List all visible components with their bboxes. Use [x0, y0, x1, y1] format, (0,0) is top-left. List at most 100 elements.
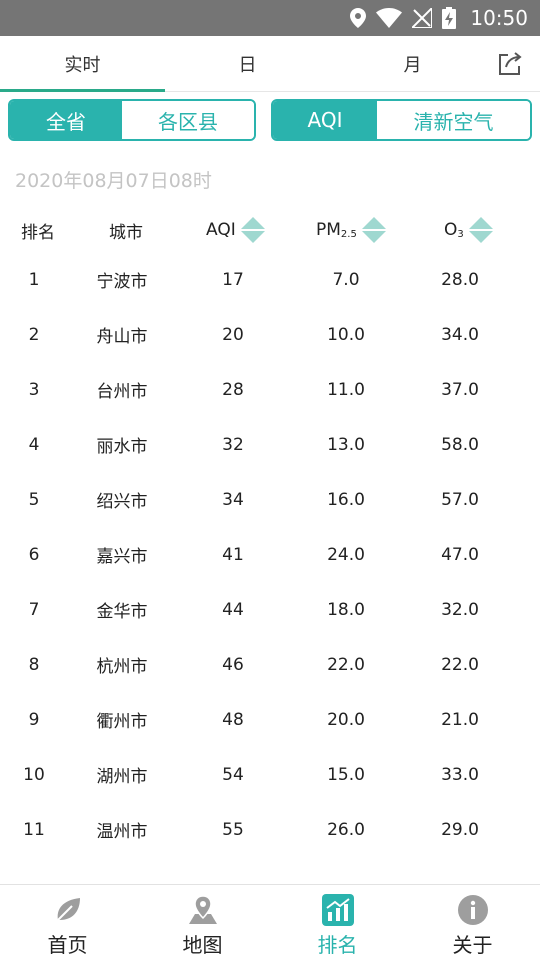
- tab-daily[interactable]: 日: [165, 36, 330, 92]
- period-tabs: 实时 日 月: [0, 36, 540, 92]
- cell-o3: 47.0: [441, 544, 479, 565]
- cell-aqi: 17: [222, 269, 244, 290]
- nav-home-label: 首页: [47, 933, 88, 957]
- header-rank: 排名: [21, 222, 55, 243]
- bottom-navigation: 首页 地图 排名 关于: [0, 884, 540, 960]
- cell-o3: 34.0: [441, 324, 479, 345]
- cell-pm25: 10.0: [327, 324, 365, 345]
- sort-icon[interactable]: [240, 216, 266, 244]
- cell-city: 嘉兴市: [96, 547, 148, 567]
- cell-rank: 8: [28, 654, 40, 675]
- nav-ranking[interactable]: 排名: [270, 885, 405, 960]
- cell-o3: 58.0: [441, 434, 479, 455]
- segment-aqi[interactable]: AQI: [273, 101, 377, 139]
- tab-indicator: [0, 89, 165, 92]
- cell-city: 衢州市: [96, 712, 148, 732]
- nav-about[interactable]: 关于: [405, 885, 540, 960]
- nav-home[interactable]: 首页: [0, 885, 135, 960]
- cell-city: 宁波市: [96, 272, 148, 292]
- table-row[interactable]: 7 金华市 44 18.0 32.0: [0, 582, 540, 637]
- cell-city: 温州市: [96, 822, 148, 842]
- ranking-chart-icon: [321, 894, 354, 926]
- location-icon: [350, 8, 367, 28]
- table-row[interactable]: 5 绍兴市 34 16.0 57.0: [0, 472, 540, 527]
- cell-aqi: 41: [222, 544, 244, 565]
- metric-segment: AQI 清新空气: [271, 99, 532, 141]
- cell-rank: 3: [28, 379, 40, 400]
- cell-o3: 32.0: [441, 599, 479, 620]
- cell-aqi: 32: [222, 434, 244, 455]
- cell-rank: 11: [23, 819, 45, 840]
- segment-province[interactable]: 全省: [10, 101, 122, 139]
- cell-pm25: 22.0: [327, 654, 365, 675]
- header-o3[interactable]: O3: [444, 216, 494, 244]
- header-aqi[interactable]: AQI: [206, 216, 266, 244]
- cell-pm25: 16.0: [327, 489, 365, 510]
- cell-pm25: 13.0: [327, 434, 365, 455]
- cell-o3: 37.0: [441, 379, 479, 400]
- sort-icon[interactable]: [468, 216, 494, 244]
- cell-pm25: 24.0: [327, 544, 365, 565]
- cell-city: 舟山市: [96, 327, 148, 347]
- header-aqi-label: AQI: [206, 220, 236, 240]
- cell-aqi: 20: [222, 324, 244, 345]
- table-row[interactable]: 2 舟山市 20 10.0 34.0: [0, 307, 540, 362]
- tab-monthly[interactable]: 月: [330, 36, 495, 92]
- cell-rank: 1: [28, 269, 40, 290]
- cell-rank: 6: [28, 544, 40, 565]
- cell-aqi: 54: [222, 764, 244, 785]
- header-city: 城市: [109, 222, 143, 243]
- table-row[interactable]: 11 温州市 55 26.0 29.0: [0, 802, 540, 857]
- map-pin-icon: [188, 895, 217, 924]
- table-row[interactable]: 1 宁波市 17 7.0 28.0: [0, 252, 540, 307]
- cell-o3: 57.0: [441, 489, 479, 510]
- cell-rank: 4: [28, 434, 40, 455]
- header-pm25[interactable]: PM2.5: [316, 216, 387, 244]
- cell-rank: 10: [23, 764, 45, 785]
- region-segment: 全省 各区县: [8, 99, 256, 141]
- cell-aqi: 34: [222, 489, 244, 510]
- info-icon: [457, 895, 488, 925]
- nav-map-label: 地图: [182, 933, 223, 957]
- cell-pm25: 20.0: [327, 709, 365, 730]
- cell-o3: 21.0: [441, 709, 479, 730]
- table-row[interactable]: 8 杭州市 46 22.0 22.0: [0, 637, 540, 692]
- status-bar: 10:50: [0, 0, 540, 36]
- status-time: 10:50: [470, 6, 528, 30]
- cell-rank: 2: [28, 324, 40, 345]
- table-row[interactable]: 3 台州市 28 11.0 37.0: [0, 362, 540, 417]
- cell-city: 杭州市: [96, 657, 148, 677]
- cell-rank: 9: [28, 709, 40, 730]
- segment-fresh-air[interactable]: 清新空气: [377, 101, 530, 139]
- tab-realtime[interactable]: 实时: [0, 36, 165, 92]
- table-row[interactable]: 10 湖州市 54 15.0 33.0: [0, 747, 540, 802]
- cell-pm25: 11.0: [327, 379, 365, 400]
- cell-o3: 22.0: [441, 654, 479, 675]
- battery-charging-icon: [442, 7, 457, 29]
- nav-ranking-label: 排名: [317, 933, 358, 957]
- cell-city: 金华市: [96, 602, 148, 622]
- segment-counties[interactable]: 各区县: [122, 101, 254, 139]
- header-pm25-label: PM2.5: [316, 220, 357, 240]
- cell-city: 绍兴市: [96, 492, 148, 512]
- share-icon[interactable]: [496, 50, 524, 78]
- header-o3-label: O3: [444, 220, 464, 240]
- table-row[interactable]: 6 嘉兴市 41 24.0 47.0: [0, 527, 540, 582]
- cell-o3: 33.0: [441, 764, 479, 785]
- cell-pm25: 26.0: [327, 819, 365, 840]
- cell-o3: 28.0: [441, 269, 479, 290]
- leaf-icon: [56, 898, 80, 921]
- status-icons: 10:50: [350, 0, 528, 36]
- cell-rank: 7: [28, 599, 40, 620]
- cell-aqi: 28: [222, 379, 244, 400]
- table-row[interactable]: 4 丽水市 32 13.0 58.0: [0, 417, 540, 472]
- nav-map[interactable]: 地图: [135, 885, 270, 960]
- cell-city: 丽水市: [96, 437, 148, 457]
- cell-aqi: 48: [222, 709, 244, 730]
- sort-icon[interactable]: [361, 216, 387, 244]
- cell-aqi: 55: [222, 819, 244, 840]
- table-row[interactable]: 9 衢州市 48 20.0 21.0: [0, 692, 540, 747]
- cell-pm25: 18.0: [327, 599, 365, 620]
- no-signal-icon: [412, 8, 433, 28]
- cell-pm25: 15.0: [327, 764, 365, 785]
